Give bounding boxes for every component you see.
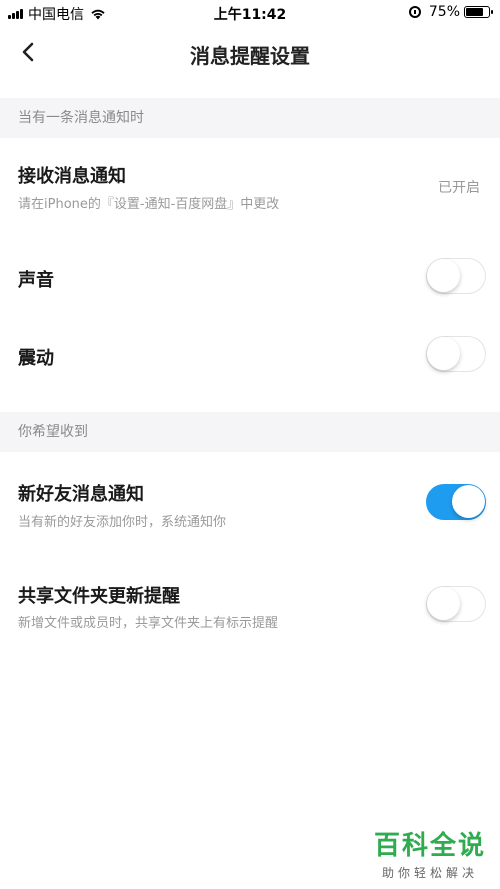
- vibrate-row: 震动: [0, 316, 500, 392]
- toggle-knob: [427, 337, 460, 370]
- nav-bar: 消息提醒设置: [0, 26, 500, 78]
- vibrate-toggle[interactable]: [426, 336, 486, 372]
- vibrate-title: 震动: [18, 348, 54, 369]
- battery-percent: 75%: [428, 4, 460, 20]
- sound-title: 声音: [18, 270, 54, 291]
- section-header-on-message: 当有一条消息通知时: [0, 98, 500, 138]
- shared-folder-row: 共享文件夹更新提醒 新增文件或成员时，共享文件夹上有标示提醒: [0, 560, 500, 656]
- status-bar: 中国电信 上午11:42 75%: [0, 0, 500, 26]
- toggle-knob: [427, 587, 460, 620]
- shared-folder-toggle[interactable]: [426, 586, 486, 622]
- watermark-sub: 助你轻松解决: [381, 866, 478, 880]
- section-header-want-receive: 你希望收到: [0, 412, 500, 452]
- watermark-logo: 百科全说 助你轻松解决: [374, 825, 486, 881]
- shared-folder-title: 共享文件夹更新提醒: [18, 586, 180, 607]
- shared-folder-subtitle: 新增文件或成员时，共享文件夹上有标示提醒: [18, 616, 279, 631]
- watermark-main: 百科全说: [373, 831, 486, 861]
- new-friend-title: 新好友消息通知: [18, 484, 144, 505]
- receive-notification-title: 接收消息通知: [18, 166, 126, 187]
- sound-toggle[interactable]: [426, 258, 486, 294]
- receive-notification-row[interactable]: 接收消息通知 请在iPhone的『设置-通知-百度网盘』中更改 已开启: [0, 138, 500, 222]
- new-friend-toggle[interactable]: [426, 484, 486, 520]
- toggle-knob: [452, 485, 485, 518]
- rotation-lock-icon: [408, 6, 421, 18]
- battery-fill: [466, 8, 483, 16]
- new-friend-subtitle: 当有新的好友添加你时，系统通知你: [18, 515, 227, 530]
- page-title: 消息提醒设置: [190, 44, 310, 68]
- new-friend-row: 新好友消息通知 当有新的好友添加你时，系统通知你: [0, 452, 500, 548]
- receive-notification-subtitle: 请在iPhone的『设置-通知-百度网盘』中更改: [18, 197, 280, 212]
- battery-icon: [464, 6, 493, 18]
- receive-notification-status: 已开启: [438, 180, 480, 196]
- status-right: 75%: [408, 4, 493, 20]
- toggle-knob: [427, 259, 460, 292]
- sound-row: 声音: [0, 238, 500, 316]
